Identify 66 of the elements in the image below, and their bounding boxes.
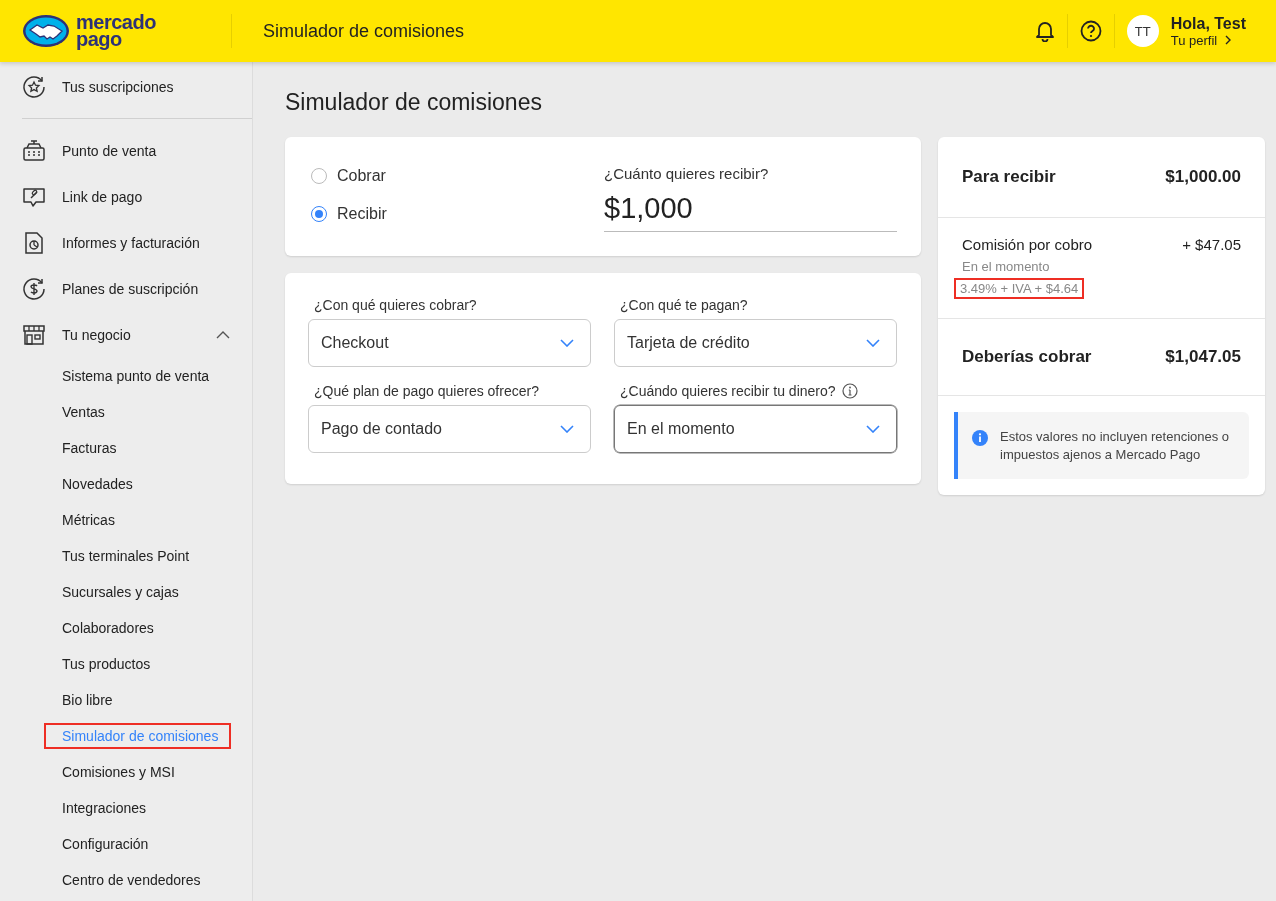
sidebar-subitem[interactable]: Ventas [46, 401, 229, 423]
dollar-cycle-icon [22, 277, 46, 301]
logo-wordmark: pago [76, 31, 122, 48]
radio-label[interactable]: Cobrar [337, 167, 386, 185]
sidebar-subitem[interactable]: Colaboradores [46, 617, 229, 639]
sidebar-subitem[interactable]: Tus terminales Point [46, 545, 229, 567]
summary-amount: $1,000.00 [1165, 167, 1241, 187]
notification-bell-icon[interactable] [1034, 20, 1055, 42]
radio-button[interactable] [311, 206, 327, 222]
sidebar-subitem[interactable]: Comisiones y MSI [46, 761, 229, 783]
chevron-down-icon [560, 425, 574, 433]
store-icon [22, 323, 46, 347]
cash-register-icon [22, 139, 46, 163]
sidebar-subitem[interactable]: Métricas [46, 509, 229, 531]
help-icon[interactable] [1079, 20, 1102, 42]
page-title: Simulador de comisiones [285, 89, 543, 116]
sidebar-subitem[interactable]: Novedades [46, 473, 229, 495]
fee-formula: 3.49% + IVA + $4.64 [956, 280, 1083, 297]
profile-link[interactable]: Tu perfil [1170, 32, 1218, 48]
summary-amount: $1,047.05 [1165, 347, 1241, 367]
fee-timing: En el momento [962, 259, 1051, 274]
sidebar-subitem[interactable]: Bio libre [46, 689, 229, 711]
sidebar-subitem[interactable]: Sistema punto de venta [46, 365, 229, 387]
amount-input-field[interactable]: $1,000 [604, 186, 897, 232]
dropdown-select[interactable]: Checkout [308, 319, 591, 367]
dropdown-select[interactable]: Pago de contado [308, 405, 591, 453]
logo-wordmark: mercado [76, 14, 156, 31]
sidebar-subitem[interactable]: Tus productos [46, 653, 229, 675]
sidebar-item[interactable]: Link de pago [0, 174, 252, 220]
sidebar-subitem[interactable]: Sucursales y cajas [46, 581, 229, 603]
info-icon [972, 430, 988, 446]
dropdown-select[interactable]: Tarjeta de crédito [614, 319, 897, 367]
sidebar-item[interactable]: Planes de suscripción [0, 266, 252, 312]
header-title: Simulador de comisiones [263, 20, 466, 42]
chevron-down-icon [866, 425, 880, 433]
user-avatar[interactable]: TT [1126, 15, 1159, 47]
sidebar-subitem[interactable]: Facturas [46, 437, 229, 459]
sidebar-item[interactable]: Informes y facturación [0, 220, 252, 266]
summary-label: Para recibir [962, 167, 1056, 187]
sidebar-subitem[interactable]: Integraciones [46, 797, 229, 819]
document-chart-icon [22, 231, 46, 255]
sidebar-subitem[interactable]: Centro de vendedores [46, 869, 229, 891]
field-label: ¿Qué plan de pago quieres ofrecer? [314, 383, 539, 399]
fee-label: Comisión por cobro [962, 236, 1093, 253]
dropdown-select[interactable]: En el momento [614, 405, 897, 453]
field-label: ¿Cuándo quieres recibir tu dinero? [620, 383, 836, 399]
amount-label: ¿Cuánto quieres recibir? [604, 165, 770, 182]
sidebar-item[interactable]: Punto de venta [0, 128, 252, 174]
chat-link-icon [22, 185, 46, 209]
chevron-down-icon [560, 339, 574, 347]
notice-text: Estos valores no incluyen retenciones o impuestos ajenos a Mercado Pago [1000, 428, 1231, 464]
fee-amount: + $47.05 [1182, 236, 1241, 255]
sidebar-item[interactable]: Tu negocio [0, 312, 252, 358]
radio-button[interactable] [311, 168, 327, 184]
chevron-right-icon [1225, 35, 1232, 45]
radio-label[interactable]: Recibir [337, 205, 387, 223]
summary-label: Deberías cobrar [962, 347, 1092, 367]
field-label: ¿Con qué te pagan? [620, 297, 748, 313]
user-greeting: Hola, Test [1170, 14, 1246, 33]
star-cycle-icon [22, 75, 46, 99]
chevron-down-icon [866, 339, 880, 347]
info-icon[interactable] [841, 383, 858, 399]
field-label: ¿Con qué quieres cobrar? [314, 297, 477, 313]
chevron-up-icon[interactable] [216, 331, 230, 339]
sidebar-item[interactable]: Tus suscripciones [0, 62, 252, 112]
sidebar-subitem[interactable]: Configuración [46, 833, 229, 855]
